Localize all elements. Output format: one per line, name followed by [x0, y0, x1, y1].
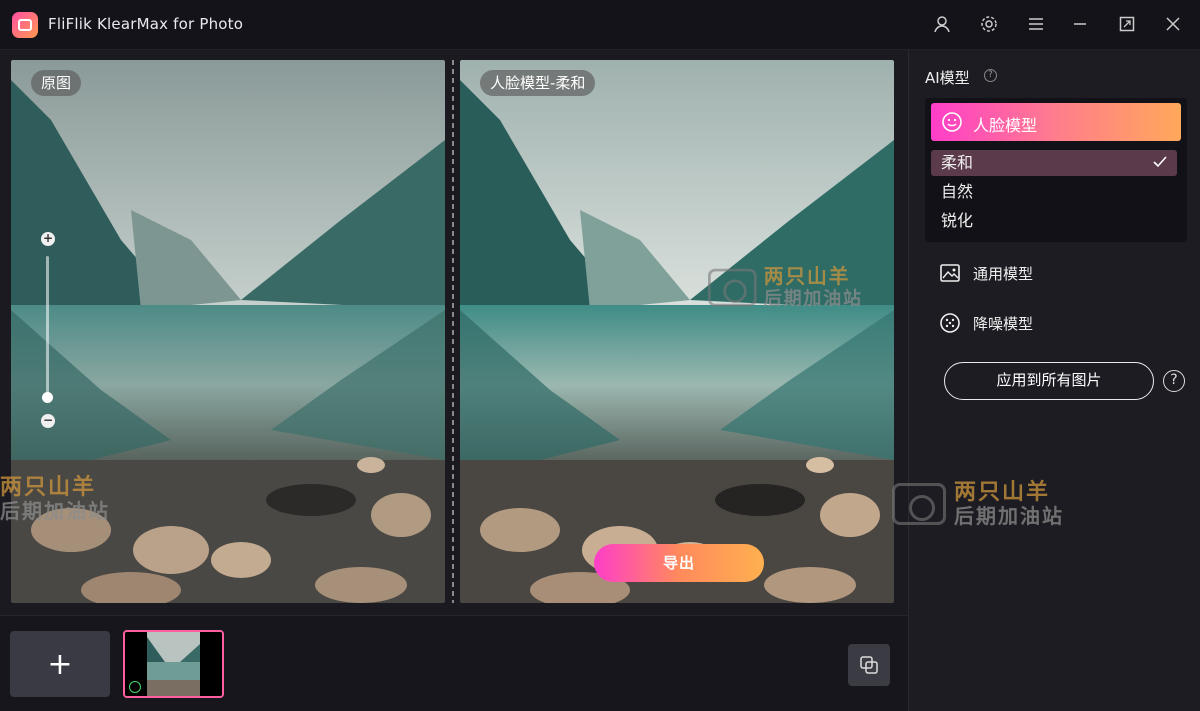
original-label: 原图: [31, 70, 82, 96]
face-model-button[interactable]: 人脸模型: [931, 103, 1181, 141]
noise-icon: [940, 313, 960, 333]
original-landscape-image: [11, 60, 445, 603]
option-soft[interactable]: 柔和: [931, 150, 1177, 176]
minimize-icon[interactable]: [1068, 12, 1092, 36]
option-sharpen-label: 锐化: [941, 211, 974, 230]
help-icon[interactable]: ?: [984, 69, 997, 82]
ai-model-panel: AI模型 ? 人脸模型 柔和 自然 锐化 通用模型 降噪模型 应用到所有图片 ?: [908, 50, 1200, 711]
apply-help-icon[interactable]: ?: [1163, 370, 1185, 392]
option-natural[interactable]: 自然: [931, 179, 1177, 205]
face-icon: [942, 112, 962, 132]
face-done-icon: [129, 681, 141, 693]
apply-to-all-button[interactable]: 应用到所有图片: [944, 362, 1154, 400]
preview-area: 原图 + − 人脸模型-柔和 导出: [0, 50, 908, 615]
app-logo-icon: [12, 12, 38, 38]
maximize-icon[interactable]: [1115, 12, 1139, 36]
app-title: FliFlik KlearMax for Photo: [48, 15, 244, 33]
copy-icon: [860, 656, 878, 674]
enhanced-landscape-image: [460, 60, 894, 603]
panel-title: AI模型: [925, 69, 970, 87]
option-sharpen[interactable]: 锐化: [931, 208, 1177, 234]
compare-divider[interactable]: [452, 60, 454, 603]
zoom-slider[interactable]: + −: [38, 232, 58, 432]
image-thumbnail[interactable]: [123, 630, 224, 698]
plus-icon: +: [47, 646, 73, 682]
general-model-label: 通用模型: [973, 265, 1034, 283]
account-icon[interactable]: [930, 12, 954, 36]
original-image-pane[interactable]: 原图 + −: [11, 60, 445, 603]
zoom-in-icon[interactable]: +: [41, 232, 55, 246]
zoom-out-icon[interactable]: −: [41, 414, 55, 428]
enhanced-image-pane[interactable]: 人脸模型-柔和: [460, 60, 894, 603]
image-icon: [940, 264, 960, 282]
filmstrip: +: [0, 615, 908, 711]
add-image-button[interactable]: +: [10, 631, 110, 697]
compare-toggle-button[interactable]: [848, 644, 890, 686]
menu-icon[interactable]: [1024, 12, 1048, 36]
enhanced-label: 人脸模型-柔和: [480, 70, 596, 96]
close-icon[interactable]: [1161, 12, 1185, 36]
export-button[interactable]: 导出: [594, 544, 764, 582]
general-model-button[interactable]: 通用模型: [939, 258, 1139, 288]
face-model-label: 人脸模型: [973, 116, 1038, 135]
zoom-track[interactable]: [46, 256, 49, 398]
face-model-group: 人脸模型 柔和 自然 锐化: [925, 98, 1187, 242]
option-natural-label: 自然: [941, 182, 974, 201]
denoise-model-button[interactable]: 降噪模型: [939, 308, 1139, 338]
check-icon: [1153, 150, 1167, 176]
zoom-thumb[interactable]: [42, 392, 53, 403]
option-soft-label: 柔和: [941, 153, 974, 172]
title-bar: FliFlik KlearMax for Photo: [0, 0, 1200, 50]
denoise-model-label: 降噪模型: [973, 315, 1034, 333]
settings-gear-icon[interactable]: [977, 12, 1001, 36]
